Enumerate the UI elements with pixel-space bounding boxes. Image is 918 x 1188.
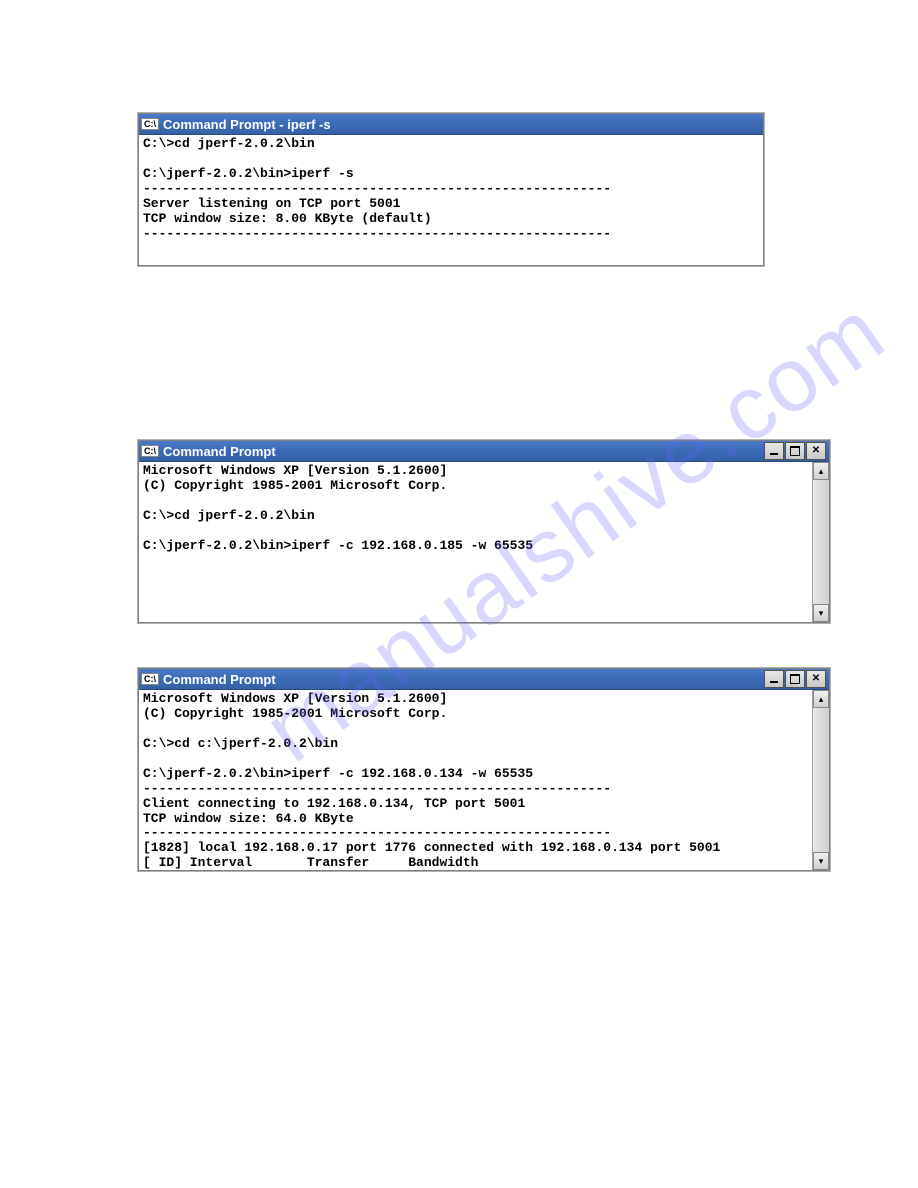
cmd-window-iperf-client-1: C:\ Command Prompt Microsoft Windows XP … [138, 440, 830, 623]
cmd-window-iperf-server: C:\ Command Prompt - iperf -s C:\>cd jpe… [138, 113, 764, 266]
terminal-output[interactable]: Microsoft Windows XP [Version 5.1.2600] … [139, 462, 812, 622]
terminal-output[interactable]: C:\>cd jperf-2.0.2\bin C:\jperf-2.0.2\bi… [139, 135, 763, 265]
scroll-down-arrow-icon[interactable]: ▾ [813, 604, 829, 622]
scroll-down-arrow-icon[interactable]: ▾ [813, 852, 829, 870]
window-controls [764, 670, 827, 688]
minimize-button[interactable] [764, 670, 784, 688]
scroll-up-arrow-icon[interactable]: ▴ [813, 462, 829, 480]
scroll-track[interactable] [813, 708, 829, 852]
cmd-window-iperf-client-2: C:\ Command Prompt Microsoft Windows XP … [138, 668, 830, 871]
cmd-icon: C:\ [141, 673, 159, 685]
terminal-output[interactable]: Microsoft Windows XP [Version 5.1.2600] … [139, 690, 812, 870]
minimize-button[interactable] [764, 442, 784, 460]
cmd-icon: C:\ [141, 118, 159, 130]
titlebar[interactable]: C:\ Command Prompt [139, 441, 829, 462]
window-title: Command Prompt - iperf -s [163, 117, 761, 132]
window-title: Command Prompt [163, 672, 764, 687]
titlebar[interactable]: C:\ Command Prompt - iperf -s [139, 114, 763, 135]
vertical-scrollbar[interactable]: ▴ ▾ [812, 462, 829, 622]
maximize-button[interactable] [785, 442, 805, 460]
titlebar[interactable]: C:\ Command Prompt [139, 669, 829, 690]
scroll-track[interactable] [813, 480, 829, 604]
vertical-scrollbar[interactable]: ▴ ▾ [812, 690, 829, 870]
window-controls [764, 442, 827, 460]
cmd-icon: C:\ [141, 445, 159, 457]
close-button[interactable] [806, 670, 826, 688]
maximize-button[interactable] [785, 670, 805, 688]
scroll-up-arrow-icon[interactable]: ▴ [813, 690, 829, 708]
window-title: Command Prompt [163, 444, 764, 459]
close-button[interactable] [806, 442, 826, 460]
